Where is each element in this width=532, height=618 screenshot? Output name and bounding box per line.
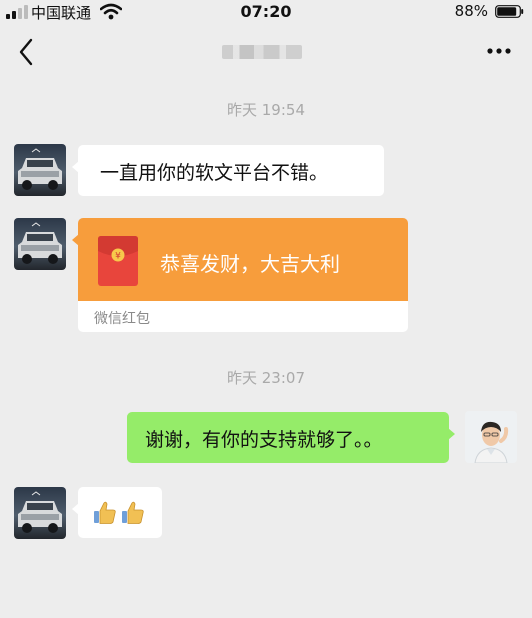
nav-bar: [0, 24, 532, 80]
timestamp: 昨天 23:07: [227, 369, 305, 387]
contact-avatar[interactable]: [14, 487, 66, 539]
chat-title: [222, 45, 302, 59]
contact-avatar[interactable]: [14, 218, 66, 270]
battery-percent: 88%: [454, 2, 488, 20]
message-text: 一直用你的软文平台不错。: [100, 162, 329, 184]
message-bubble-sent[interactable]: 谢谢，有你的支持就够了。。: [127, 412, 455, 463]
status-time: 07:20: [240, 2, 292, 21]
contact-avatar[interactable]: [14, 144, 66, 196]
self-avatar[interactable]: [465, 411, 517, 463]
timestamp: 昨天 19:54: [227, 101, 305, 119]
red-packet-greeting: 恭喜发财，大吉大利: [160, 252, 340, 276]
message-bubble-received[interactable]: 一直用你的软文平台不错。: [72, 145, 384, 196]
svg-text:¥: ¥: [115, 252, 121, 262]
red-packet-label: 微信红包: [94, 311, 150, 327]
car-avatar-icon: [14, 218, 66, 270]
message-text: 谢谢，有你的支持就够了。。: [145, 429, 383, 451]
battery-icon: [495, 5, 524, 18]
car-avatar-icon: [14, 144, 66, 196]
person-avatar-icon: [465, 411, 517, 463]
car-avatar-icon: [14, 487, 66, 539]
red-packet-message[interactable]: ¥ 恭喜发财，大吉大利 微信红包: [72, 218, 408, 332]
red-envelope-icon: ¥: [98, 236, 138, 286]
red-packet-banner: ¥ 恭喜发财，大吉大利: [72, 218, 408, 301]
status-bar: 中国联通 07:20 88%: [0, 0, 532, 24]
thumbs-up-icon: [94, 501, 116, 524]
back-button[interactable]: [12, 36, 42, 68]
thumbs-up-icon: [122, 501, 144, 524]
message-bubble-received[interactable]: [72, 487, 162, 538]
red-packet-footer: 微信红包: [78, 301, 408, 332]
more-options-button[interactable]: [486, 44, 512, 58]
chat-screen: 中国联通 07:20 88% 昨天 19:54 一直用你的软文平台不错。 ¥ 恭…: [0, 0, 532, 618]
